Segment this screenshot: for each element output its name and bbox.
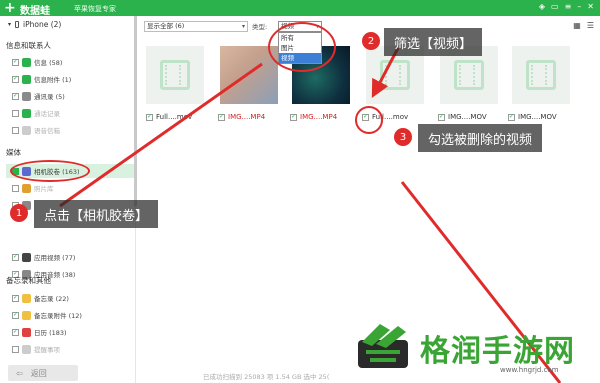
watermark-logo-icon: [358, 324, 408, 368]
step2-callout: 筛选【视频】: [384, 28, 483, 56]
step3-callout: 勾选被删除的视频: [418, 124, 543, 152]
arrow-line: [59, 62, 263, 208]
checkbox-highlight-ring: [355, 106, 383, 134]
type-highlight-ring: [268, 22, 336, 72]
camera-roll-highlight-ring: [10, 160, 90, 182]
watermark-url: www.hngrjd.com: [500, 366, 559, 374]
step-badge: 1: [10, 204, 28, 222]
step-badge: 2: [362, 32, 380, 50]
watermark-text: 格润手游网: [420, 334, 575, 369]
step-badge: 3: [394, 128, 412, 146]
step1-callout: 点击【相机胶卷】: [34, 200, 159, 228]
